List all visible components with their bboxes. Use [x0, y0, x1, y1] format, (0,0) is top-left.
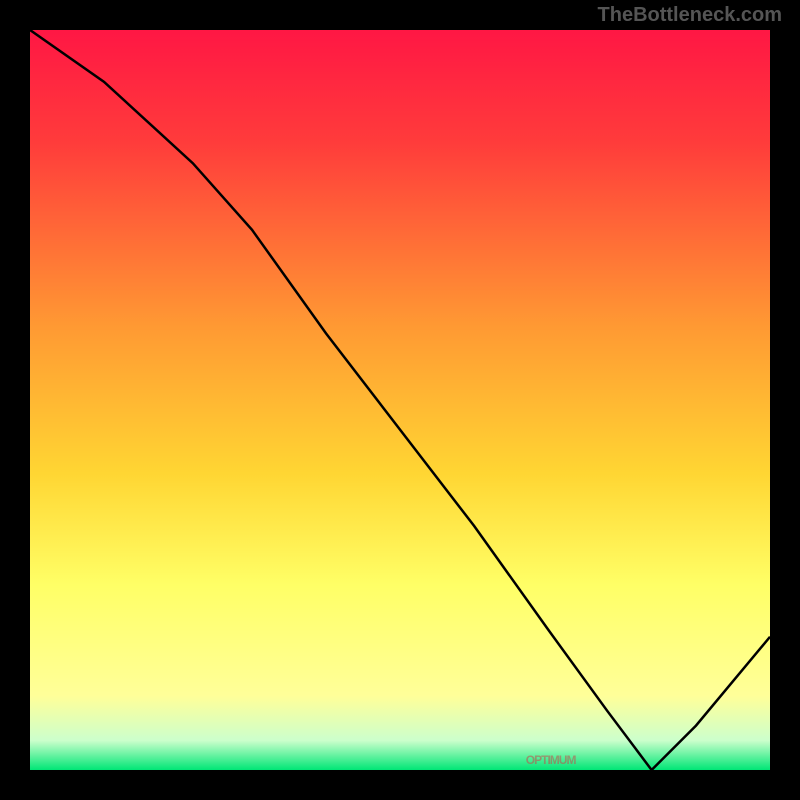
chart-background [30, 30, 770, 770]
attribution-text: TheBottleneck.com [598, 4, 782, 27]
optimum-label: OPTIMUM [526, 753, 667, 767]
chart-svg [30, 30, 770, 770]
chart-plot-area: OPTIMUM [30, 30, 770, 770]
